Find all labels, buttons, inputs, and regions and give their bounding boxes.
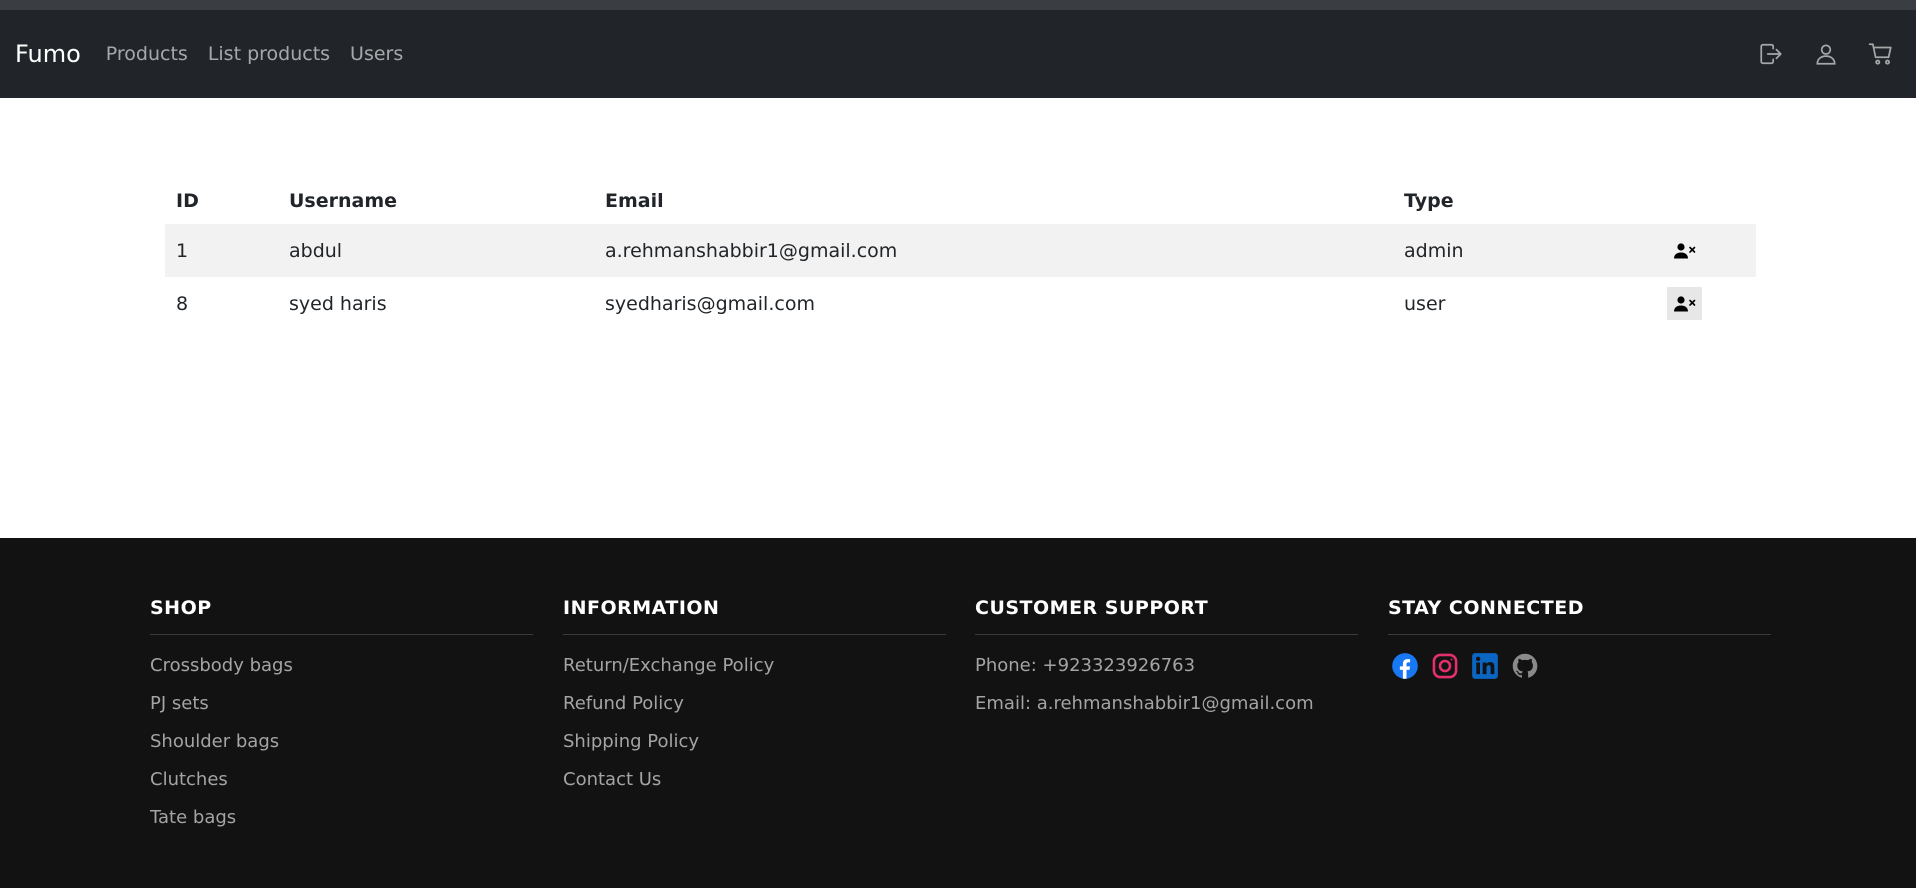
table-row: 8 syed haris syedharis@gmail.com user — [165, 277, 1756, 330]
footer: SHOP Crossbody bags PJ sets Shoulder bag… — [0, 538, 1916, 888]
footer-shop-title: SHOP — [150, 596, 533, 635]
footer-link-refund-policy[interactable]: Refund Policy — [563, 693, 946, 731]
cell-id: 8 — [176, 292, 189, 315]
nav-link-list-products[interactable]: List products — [198, 43, 340, 65]
footer-support-list: Phone: +923323926763 Email: a.rehmanshab… — [975, 655, 1358, 731]
facebook-icon[interactable] — [1390, 651, 1420, 681]
footer-connected-column: STAY CONNECTED — [1388, 596, 1771, 681]
cell-id: 1 — [165, 224, 278, 277]
footer-support-title: CUSTOMER SUPPORT — [975, 596, 1358, 635]
navbar: Fumo Products List products Users — [0, 10, 1916, 98]
user-icon[interactable] — [1811, 39, 1841, 69]
footer-link-clutches[interactable]: Clutches — [150, 769, 533, 807]
cell-username: abdul — [278, 224, 594, 277]
instagram-icon[interactable] — [1430, 651, 1460, 681]
remove-user-button[interactable] — [1667, 287, 1702, 320]
footer-link-contact-us[interactable]: Contact Us — [563, 769, 946, 807]
header-type: Type — [1404, 190, 1454, 212]
remove-user-icon — [1673, 295, 1695, 311]
users-table: ID Username Email Type 1 abdul a.rehmans… — [165, 178, 1756, 330]
footer-information-title: INFORMATION — [563, 596, 946, 635]
cell-email: syedharis@gmail.com — [605, 292, 815, 315]
browser-top-strip — [0, 0, 1916, 10]
cell-username: syed haris — [289, 292, 387, 315]
cell-type: user — [1404, 292, 1446, 315]
footer-link-tate-bags[interactable]: Tate bags — [150, 807, 533, 845]
nav-link-products[interactable]: Products — [96, 43, 198, 65]
logout-icon[interactable] — [1756, 39, 1786, 69]
cell-actions — [1652, 277, 1756, 330]
footer-shop-column: SHOP Crossbody bags PJ sets Shoulder bag… — [150, 596, 533, 845]
table-row: 1 abdul a.rehmanshabbir1@gmail.com admin — [165, 224, 1756, 277]
footer-link-shipping-policy[interactable]: Shipping Policy — [563, 731, 946, 769]
header-id: ID — [176, 190, 199, 212]
linkedin-icon[interactable] — [1470, 651, 1500, 681]
nav-icons — [1731, 10, 1896, 98]
footer-information-list: Return/Exchange Policy Refund Policy Shi… — [563, 655, 946, 807]
remove-user-button[interactable] — [1667, 234, 1702, 267]
footer-link-return-exchange[interactable]: Return/Exchange Policy — [563, 655, 946, 693]
main-content: ID Username Email Type 1 abdul a.rehmans… — [0, 98, 1916, 538]
header-actions — [1652, 178, 1756, 224]
github-icon[interactable] — [1510, 651, 1540, 681]
footer-support-column: CUSTOMER SUPPORT Phone: +923323926763 Em… — [975, 596, 1358, 731]
footer-connected-title: STAY CONNECTED — [1388, 596, 1771, 635]
nav-links: Products List products Users — [96, 43, 414, 65]
cell-type: admin — [1393, 224, 1652, 277]
cart-icon[interactable] — [1866, 39, 1896, 69]
header-username: Username — [289, 190, 398, 212]
footer-support-email: Email: a.rehmanshabbir1@gmail.com — [975, 693, 1314, 714]
footer-support-phone: Phone: +923323926763 — [975, 655, 1196, 676]
footer-information-column: INFORMATION Return/Exchange Policy Refun… — [563, 596, 946, 807]
table-header-row: ID Username Email Type — [165, 178, 1756, 224]
social-icons — [1388, 651, 1771, 681]
footer-link-pj-sets[interactable]: PJ sets — [150, 693, 533, 731]
brand-logo[interactable]: Fumo — [15, 40, 81, 68]
header-email: Email — [605, 190, 664, 212]
footer-link-crossbody-bags[interactable]: Crossbody bags — [150, 655, 533, 693]
remove-user-icon — [1673, 242, 1695, 258]
nav-link-users[interactable]: Users — [340, 43, 413, 65]
cell-email: a.rehmanshabbir1@gmail.com — [594, 224, 1393, 277]
footer-link-shoulder-bags[interactable]: Shoulder bags — [150, 731, 533, 769]
footer-shop-list: Crossbody bags PJ sets Shoulder bags Clu… — [150, 655, 533, 845]
cell-actions — [1652, 224, 1756, 277]
